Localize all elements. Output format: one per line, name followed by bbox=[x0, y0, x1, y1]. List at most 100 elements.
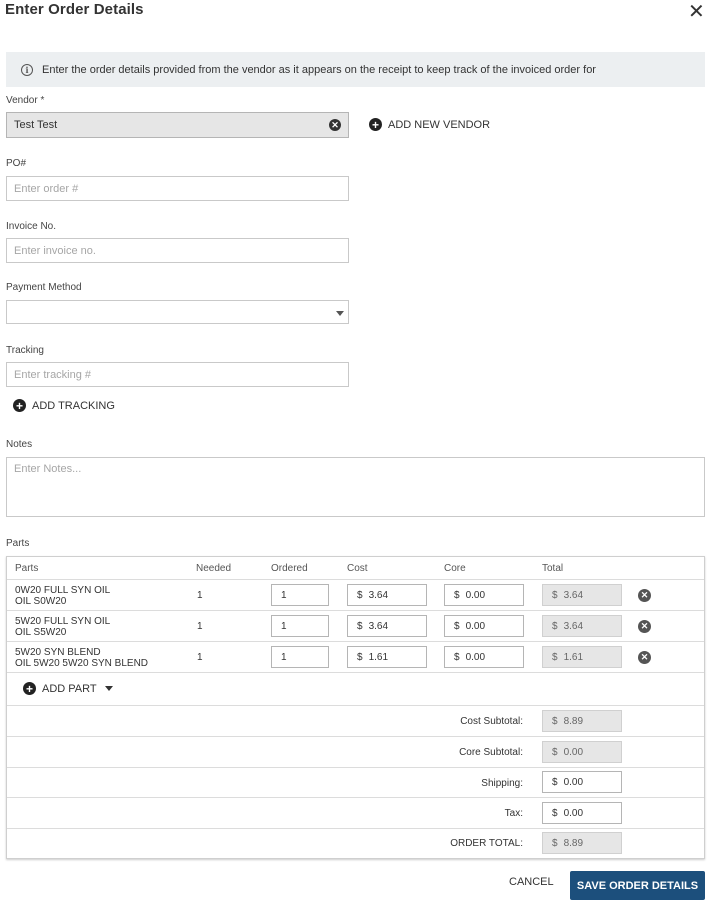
core-input[interactable]: $0.00 bbox=[444, 615, 524, 637]
add-new-vendor-button[interactable]: + ADD NEW VENDOR bbox=[369, 118, 490, 131]
total-field: $3.64 bbox=[542, 615, 622, 637]
dialog-title: Enter Order Details bbox=[5, 1, 144, 18]
dollar-sign: $ bbox=[454, 589, 460, 601]
cost-input[interactable]: $3.64 bbox=[347, 584, 427, 606]
cancel-button[interactable]: CANCEL bbox=[509, 876, 554, 888]
payment-method-label: Payment Method bbox=[6, 282, 82, 293]
header-needed: Needed bbox=[196, 563, 232, 574]
table-row: 0W20 FULL SYN OIL OIL S0W20 1 1 $3.64 $0… bbox=[7, 580, 704, 611]
remove-part-icon[interactable]: ✕ bbox=[638, 589, 651, 602]
total-field: $3.64 bbox=[542, 584, 622, 606]
invoice-label: Invoice No. bbox=[6, 221, 57, 232]
needed-value: 1 bbox=[197, 590, 203, 601]
order-total-field: $8.89 bbox=[542, 832, 622, 854]
plus-circle-icon: + bbox=[369, 118, 382, 131]
ordered-input[interactable]: 1 bbox=[271, 646, 329, 668]
total-field: $1.61 bbox=[542, 646, 622, 668]
cost-subtotal-row: Cost Subtotal: $8.89 bbox=[7, 706, 704, 737]
header-ordered: Ordered bbox=[271, 563, 308, 574]
add-part-button[interactable]: + ADD PART bbox=[23, 682, 113, 695]
add-part-label: ADD PART bbox=[42, 682, 97, 695]
core-value: 0.00 bbox=[465, 589, 486, 601]
close-icon[interactable]: ✕ bbox=[688, 2, 705, 22]
ordered-input[interactable]: 1 bbox=[271, 584, 329, 606]
part-subname: OIL S5W20 bbox=[15, 627, 67, 638]
dollar-sign: $ bbox=[357, 589, 363, 601]
header-parts: Parts bbox=[15, 563, 39, 574]
total-value: 3.64 bbox=[563, 589, 584, 601]
save-order-details-button[interactable]: SAVE ORDER DETAILS bbox=[570, 871, 705, 900]
order-total-label: ORDER TOTAL: bbox=[450, 838, 523, 849]
parts-section-label: Parts bbox=[6, 538, 30, 549]
add-part-row: + ADD PART bbox=[7, 673, 704, 706]
needed-value: 1 bbox=[197, 652, 203, 663]
dollar-sign: $ bbox=[552, 776, 558, 788]
vendor-value: Test Test bbox=[14, 119, 58, 131]
shipping-label: Shipping: bbox=[481, 778, 523, 789]
part-subname: OIL S0W20 bbox=[15, 596, 67, 607]
cost-input[interactable]: $3.64 bbox=[347, 615, 427, 637]
remove-part-icon[interactable]: ✕ bbox=[638, 651, 651, 664]
table-row: 5W20 FULL SYN OIL OIL S5W20 1 1 $3.64 $0… bbox=[7, 611, 704, 642]
shipping-input[interactable]: $0.00 bbox=[542, 771, 622, 793]
table-row: 5W20 SYN BLEND OIL 5W20 5W20 SYN BLEND 1… bbox=[7, 642, 704, 673]
tracking-input[interactable] bbox=[6, 362, 349, 387]
core-value: 0.00 bbox=[465, 620, 486, 632]
order-total-value: 8.89 bbox=[563, 837, 584, 849]
dollar-sign: $ bbox=[552, 620, 558, 632]
clear-vendor-icon[interactable]: ✕ bbox=[329, 119, 341, 131]
cost-subtotal-label: Cost Subtotal: bbox=[460, 716, 523, 727]
part-name: 5W20 FULL SYN OIL bbox=[15, 616, 111, 627]
dollar-sign: $ bbox=[357, 651, 363, 663]
needed-value: 1 bbox=[197, 621, 203, 632]
info-banner-text: Enter the order details provided from th… bbox=[42, 63, 596, 76]
dollar-sign: $ bbox=[552, 837, 558, 849]
tracking-label: Tracking bbox=[6, 345, 44, 356]
core-subtotal-field: $0.00 bbox=[542, 741, 622, 763]
part-name: 0W20 FULL SYN OIL bbox=[15, 585, 111, 596]
add-new-vendor-label: ADD NEW VENDOR bbox=[388, 118, 491, 131]
notes-label: Notes bbox=[6, 439, 33, 450]
dollar-sign: $ bbox=[454, 651, 460, 663]
tax-label: Tax: bbox=[504, 808, 523, 819]
core-input[interactable]: $0.00 bbox=[444, 584, 524, 606]
shipping-value: 0.00 bbox=[563, 776, 584, 788]
core-subtotal-row: Core Subtotal: $0.00 bbox=[7, 737, 704, 768]
core-input[interactable]: $0.00 bbox=[444, 646, 524, 668]
ordered-value: 1 bbox=[281, 651, 287, 663]
po-label: PO# bbox=[6, 158, 27, 169]
part-subname: OIL 5W20 5W20 SYN BLEND bbox=[15, 658, 149, 669]
vendor-select[interactable]: Test Test ✕ bbox=[6, 112, 349, 138]
dollar-sign: $ bbox=[552, 651, 558, 663]
parts-table: Parts Needed Ordered Cost Core Total 0W2… bbox=[6, 556, 705, 859]
plus-circle-icon: + bbox=[13, 399, 26, 412]
plus-circle-icon: + bbox=[23, 682, 36, 695]
cost-input[interactable]: $1.61 bbox=[347, 646, 427, 668]
invoice-input[interactable] bbox=[6, 238, 349, 263]
core-subtotal-value: 0.00 bbox=[563, 746, 584, 758]
cost-value: 3.64 bbox=[368, 620, 389, 632]
tax-row: Tax: $0.00 bbox=[7, 798, 704, 829]
add-tracking-button[interactable]: + ADD TRACKING bbox=[13, 399, 115, 412]
remove-part-icon[interactable]: ✕ bbox=[638, 620, 651, 633]
shipping-row: Shipping: $0.00 bbox=[7, 768, 704, 798]
cost-subtotal-value: 8.89 bbox=[563, 715, 584, 727]
header-total: Total bbox=[542, 563, 564, 574]
dollar-sign: $ bbox=[552, 715, 558, 727]
dollar-sign: $ bbox=[454, 620, 460, 632]
cost-subtotal-field: $8.89 bbox=[542, 710, 622, 732]
total-value: 1.61 bbox=[563, 651, 584, 663]
notes-textarea[interactable] bbox=[6, 457, 705, 517]
tax-input[interactable]: $0.00 bbox=[542, 802, 622, 824]
part-name-cell: 0W20 FULL SYN OIL OIL S0W20 bbox=[15, 585, 110, 607]
tax-value: 0.00 bbox=[563, 807, 584, 819]
core-value: 0.00 bbox=[465, 651, 486, 663]
ordered-input[interactable]: 1 bbox=[271, 615, 329, 637]
dollar-sign: $ bbox=[552, 746, 558, 758]
ordered-value: 1 bbox=[281, 589, 287, 601]
header-core: Core bbox=[444, 563, 466, 574]
po-input[interactable] bbox=[6, 176, 349, 201]
payment-method-select[interactable] bbox=[6, 300, 349, 324]
part-name: 5W20 SYN BLEND bbox=[15, 647, 101, 658]
part-name-cell: 5W20 FULL SYN OIL OIL S5W20 bbox=[15, 616, 110, 638]
